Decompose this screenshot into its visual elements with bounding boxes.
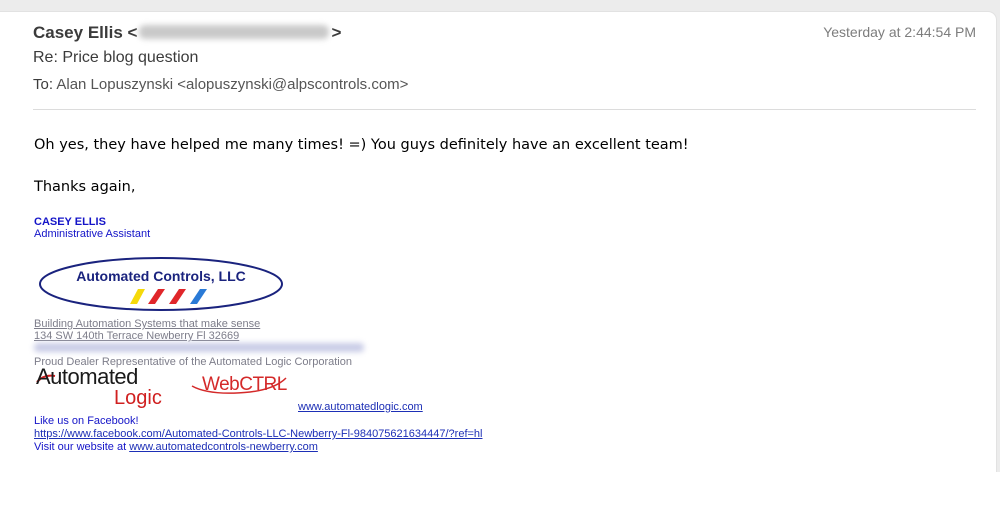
body-line: Oh yes, they have helped me many times! …: [34, 137, 689, 153]
to-label: To:: [33, 76, 54, 93]
redacted-email: [139, 25, 330, 39]
automated-logic-link[interactable]: www.automatedlogic.com: [298, 401, 423, 413]
page-background: [0, 472, 1000, 516]
email-message: Casey Ellis < > Yesterday at 2:44:54 PM R…: [0, 12, 996, 472]
visit-prefix: Visit our website at: [34, 441, 130, 453]
subject: Re: Price blog question: [33, 49, 199, 66]
tagline: Building Automation Systems that make se…: [34, 318, 261, 330]
webctrl-logo: WebCTRL: [190, 372, 290, 398]
automated-logic-logo: Automated Logic: [36, 364, 178, 410]
logo-text: Automated Controls, LLC: [76, 268, 246, 284]
to-recipient[interactable]: Alan Lopuszynski <alopuszynski@alpscontr…: [56, 76, 408, 93]
redacted-contact-line: [34, 343, 364, 352]
address: 134 SW 140th Terrace Newberry Fl 32669: [34, 330, 240, 342]
header-divider: [33, 109, 976, 110]
sender-email-open: <: [127, 23, 138, 42]
sender-name: Casey Ellis: [33, 23, 123, 42]
facebook-label: Like us on Facebook!: [34, 415, 139, 427]
facebook-link[interactable]: https://www.facebook.com/Automated-Contr…: [34, 428, 482, 440]
to-line: To: Alan Lopuszynski <alopuszynski@alpsc…: [33, 76, 408, 93]
signature-title: Administrative Assistant: [34, 228, 151, 240]
body-line: Thanks again,: [34, 179, 136, 195]
timestamp: Yesterday at 2:44:54 PM: [823, 24, 976, 40]
sender-email-close: >: [331, 23, 342, 42]
webctrl-text: WebCTRL: [202, 374, 287, 395]
automated-controls-logo: Automated Controls, LLC: [39, 257, 283, 311]
visit-line: Visit our website at www.automatedcontro…: [34, 441, 318, 454]
website-link[interactable]: www.automatedcontrols-newberry.com: [129, 441, 318, 453]
al-logo-bottom: Logic: [114, 387, 162, 409]
sender[interactable]: Casey Ellis < >: [33, 23, 341, 43]
